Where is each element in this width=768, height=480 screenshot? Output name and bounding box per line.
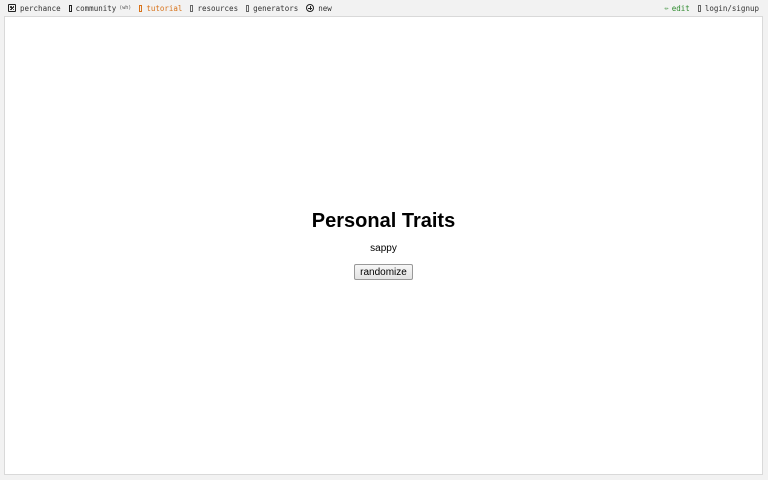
nav-new-link[interactable]: new [306, 4, 332, 13]
nav-login-link[interactable]: login/signup [697, 3, 759, 13]
nav-perchance-link[interactable]: perchance [8, 4, 61, 13]
nav-perchance-label: perchance [20, 3, 61, 13]
nav-community-label: community [75, 3, 117, 13]
nav-left-group: perchance community (wh) tutorial resour… [0, 0, 340, 16]
nav-resources-link[interactable]: resources [190, 4, 238, 13]
generator-frame: Personal Traits sappy randomize [4, 16, 763, 475]
tutorial-icon [139, 4, 143, 12]
nav-community-suffix: (wh) [119, 5, 132, 11]
top-navigation-bar: perchance community (wh) tutorial resour… [0, 0, 768, 16]
randomize-button[interactable]: randomize [354, 264, 413, 280]
nav-generators-label: generators [253, 3, 299, 13]
generator-title: Personal Traits [311, 210, 456, 232]
nav-resources-label: resources [197, 3, 239, 13]
nav-generators-link[interactable]: generators [246, 4, 298, 13]
nav-tutorial-link[interactable]: tutorial [139, 4, 182, 13]
community-icon [68, 4, 72, 12]
nav-edit-link[interactable]: ✏ edit [665, 4, 690, 13]
generator-output: sappy [370, 243, 397, 254]
nav-right-group: ✏ edit login/signup [657, 0, 768, 16]
generator-content: Personal Traits sappy randomize [5, 209, 762, 280]
nav-tutorial-label: tutorial [146, 3, 183, 13]
dice-icon [8, 4, 16, 12]
login-icon [697, 4, 701, 12]
plus-circle-icon [306, 4, 315, 12]
nav-edit-label: edit [671, 3, 690, 13]
nav-community-link[interactable]: community (wh) [68, 3, 132, 13]
generators-icon [246, 4, 250, 12]
pencil-icon: ✏ [664, 4, 669, 12]
nav-new-label: new [318, 3, 332, 13]
nav-login-label: login/signup [704, 3, 759, 13]
resources-icon [190, 4, 194, 12]
